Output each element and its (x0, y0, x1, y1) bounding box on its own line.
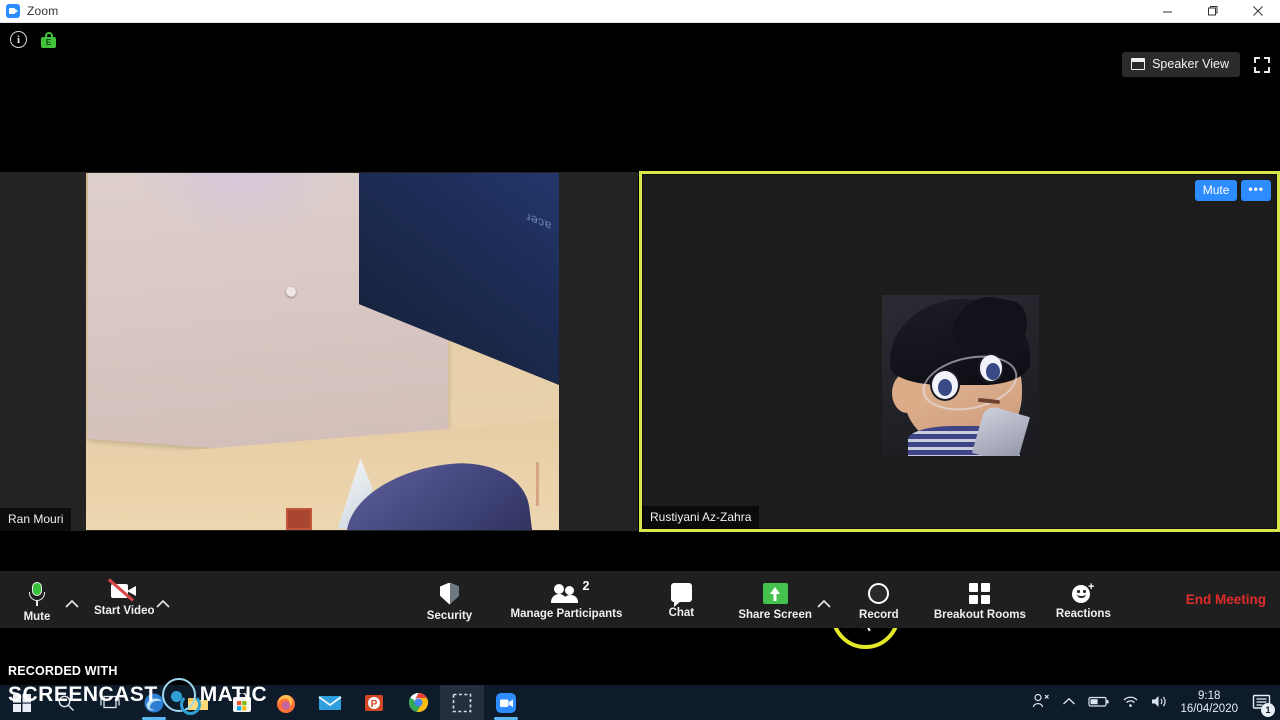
mail-icon[interactable] (308, 685, 352, 720)
participant-count-badge: 2 (582, 578, 590, 593)
share-screen-icon (762, 582, 788, 604)
meeting-status-icons: i E (10, 31, 56, 48)
wifi-icon[interactable] (1122, 694, 1139, 711)
people-share-icon[interactable] (1032, 693, 1050, 712)
close-icon[interactable] (1235, 0, 1280, 23)
volume-icon[interactable] (1151, 694, 1168, 712)
people-icon: 2 (551, 579, 589, 603)
breakout-rooms-icon (969, 582, 991, 604)
powerpoint-icon[interactable]: P (352, 685, 396, 720)
meeting-toolbar: Mute Start Video Security 2 Manage Parti… (0, 571, 1280, 628)
acer-brand-label: acer (525, 209, 551, 234)
speaker-view-label: Speaker View (1152, 57, 1229, 71)
chevron-up-icon-tray[interactable] (1062, 697, 1076, 709)
microphone-icon (28, 581, 46, 606)
window-controls (1145, 0, 1280, 23)
chat-label: Chat (668, 606, 695, 619)
speaker-view-button[interactable]: Speaker View (1122, 52, 1240, 77)
maximize-icon[interactable] (1190, 0, 1235, 23)
notification-count-badge: 1 (1261, 702, 1275, 717)
avatar (882, 295, 1039, 456)
chrome-icon[interactable] (396, 685, 440, 720)
folder-icon[interactable] (176, 685, 220, 720)
minimize-icon[interactable] (1145, 0, 1190, 23)
encryption-label: E (41, 36, 56, 48)
tile-action-buttons: Mute ••• (1194, 180, 1271, 201)
fullscreen-icon[interactable] (1254, 56, 1270, 73)
chevron-up-icon-audio[interactable] (64, 596, 82, 614)
webcam-video-feed: acer (86, 173, 559, 530)
start-video-label: Start Video (94, 604, 155, 617)
camera-off-icon (108, 577, 137, 601)
view-controls: Speaker View (1122, 52, 1270, 77)
start-button[interactable] (0, 685, 44, 720)
chevron-up-icon-share[interactable] (816, 596, 834, 614)
notification-icon[interactable]: 1 (1250, 692, 1275, 717)
chat-button[interactable]: Chat (654, 578, 708, 619)
security-label: Security (426, 609, 473, 622)
share-screen-label: Share Screen (738, 608, 812, 621)
share-screen-button[interactable]: Share Screen (738, 578, 812, 621)
reactions-icon: + (1072, 581, 1094, 603)
task-view-icon[interactable] (88, 685, 132, 720)
info-icon[interactable]: i (10, 31, 27, 48)
snip-icon[interactable] (440, 685, 484, 720)
watermark-line-1: RECORDED WITH (8, 664, 118, 678)
manage-participants-button[interactable]: 2 Manage Participants (511, 578, 623, 620)
window-title-bar: Zoom (0, 0, 1280, 23)
manage-participants-label: Manage Participants (510, 607, 623, 620)
firefox-icon[interactable] (264, 685, 308, 720)
breakout-rooms-button[interactable]: Breakout Rooms (934, 578, 1026, 621)
meeting-canvas: i E Speaker View acer Ran Mouri Mute •••… (0, 23, 1280, 649)
security-button[interactable]: Security (423, 578, 477, 622)
clock[interactable]: 9:18 16/04/2020 (1180, 690, 1238, 716)
participant-name-label: Rustiyani Az-Zahra (642, 506, 760, 529)
svg-text:P: P (371, 699, 378, 710)
edge-icon[interactable] (132, 685, 176, 720)
chat-bubble-icon (670, 582, 692, 607)
participant-tile-ran-mouri[interactable]: acer Ran Mouri (0, 172, 638, 531)
system-tray: 9:18 16/04/2020 1 (1032, 690, 1280, 717)
participant-name-label: Ran Mouri (0, 508, 72, 531)
store-icon[interactable] (220, 685, 264, 720)
end-meeting-button[interactable]: End Meeting (1186, 592, 1266, 607)
participant-tile-rustiyani-az-zahra[interactable]: Mute ••• Rustiyani Az-Zahra (639, 171, 1280, 532)
mute-participant-button[interactable]: Mute (1194, 180, 1238, 201)
start-video-button[interactable]: Start Video (94, 577, 155, 617)
battery-icon[interactable] (1088, 695, 1110, 711)
lock-icon[interactable]: E (41, 31, 56, 48)
record-button[interactable]: Record (852, 578, 906, 621)
windows-taskbar: P 9:18 16/04/2020 1 (0, 685, 1280, 720)
reactions-label: Reactions (1055, 607, 1111, 620)
zoom-logo-icon (6, 4, 20, 18)
more-options-button[interactable]: ••• (1241, 180, 1271, 201)
record-label: Record (859, 608, 899, 621)
tray-time: 9:18 (1198, 689, 1221, 702)
mute-button[interactable]: Mute (10, 577, 64, 623)
zoom-meeting-window: Zoom i E Speaker View acer Ran Mouri Mut… (0, 0, 1280, 720)
chevron-up-icon-video[interactable] (155, 596, 173, 614)
speaker-view-icon (1131, 58, 1146, 70)
record-circle-icon (868, 582, 890, 604)
tray-date: 16/04/2020 (1180, 702, 1238, 715)
mute-label: Mute (23, 610, 51, 623)
search-icon[interactable] (44, 685, 88, 720)
breakout-rooms-label: Breakout Rooms (933, 608, 1026, 621)
window-title: Zoom (27, 4, 59, 18)
shield-icon (440, 582, 459, 605)
zoom-icon[interactable] (484, 685, 528, 720)
reactions-button[interactable]: + Reactions (1056, 578, 1111, 620)
